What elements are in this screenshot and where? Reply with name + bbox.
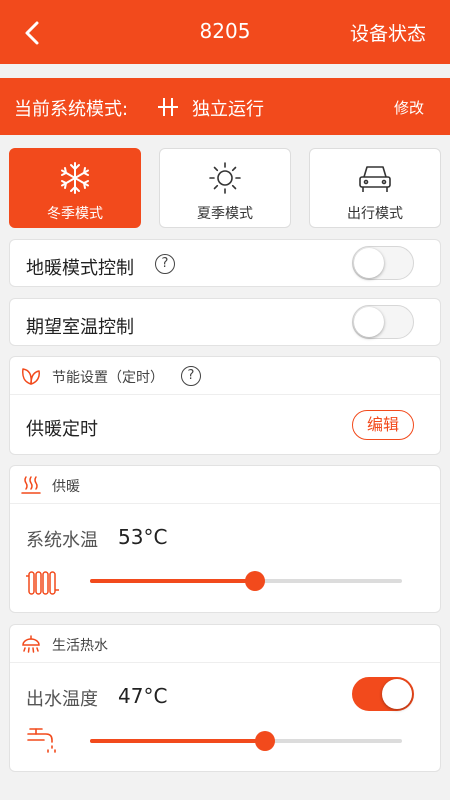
car-icon (359, 166, 391, 192)
top-bar: 8205 设备状态 (0, 0, 450, 64)
system-mode-value: 独立运行 (192, 99, 264, 120)
system-water-temp-value: 53°C (118, 525, 168, 549)
help-icon[interactable]: ? (181, 366, 201, 386)
modify-mode-button[interactable]: 修改 (394, 97, 424, 118)
room-temp-toggle[interactable] (352, 305, 414, 339)
leaf-icon (22, 368, 40, 385)
room-temp-label: 期望室温控制 (26, 317, 134, 338)
help-icon[interactable]: ? (155, 254, 175, 274)
floor-heating-row: 地暖模式控制 ? (9, 239, 441, 287)
sun-icon (209, 162, 241, 194)
slider-thumb[interactable] (254, 731, 275, 751)
toggle-knob (382, 679, 412, 709)
heating-schedule-label: 供暖定时 (26, 419, 98, 440)
summer-mode-button[interactable]: 夏季模式 (159, 148, 291, 228)
system-mode-label: 当前系统模式: (14, 99, 129, 120)
travel-mode-label: 出行模式 (347, 206, 403, 222)
slider-fill (90, 579, 256, 583)
heating-waves-icon (21, 476, 41, 494)
summer-mode-label: 夏季模式 (197, 206, 253, 222)
edit-schedule-button[interactable]: 编辑 (352, 410, 414, 440)
energy-saving-title: 节能设置（定时） (52, 370, 164, 386)
heating-card: 供暖 系统水温 53°C (9, 465, 441, 613)
hot-water-title: 生活热水 (52, 638, 108, 654)
slider-fill (90, 739, 265, 743)
hot-water-card: 生活热水 出水温度 47°C (9, 624, 441, 772)
faucet-icon (27, 728, 56, 753)
hot-water-header: 生活热水 (10, 625, 440, 663)
energy-saving-card: 节能设置（定时） ? 供暖定时 编辑 (9, 356, 441, 455)
radiator-icon (26, 571, 59, 595)
outlet-temp-label: 出水温度 (26, 689, 98, 710)
shower-icon (22, 635, 40, 653)
floor-heating-label: 地暖模式控制 (26, 258, 134, 279)
device-status-link[interactable]: 设备状态 (350, 19, 426, 46)
independent-mode-icon (158, 98, 178, 116)
slider-thumb[interactable] (245, 571, 266, 591)
outlet-temp-value: 47°C (118, 684, 168, 708)
outlet-temp-slider[interactable] (90, 731, 402, 751)
toggle-knob (354, 307, 384, 337)
heating-header: 供暖 (10, 466, 440, 504)
snowflake-icon (61, 162, 89, 194)
winter-mode-label: 冬季模式 (47, 206, 103, 222)
travel-mode-button[interactable]: 出行模式 (309, 148, 441, 228)
toggle-knob (354, 248, 384, 278)
floor-heating-toggle[interactable] (352, 246, 414, 280)
system-mode-bar: 当前系统模式: 独立运行 修改 (0, 78, 450, 135)
heating-title: 供暖 (52, 479, 80, 495)
hot-water-toggle[interactable] (352, 677, 414, 711)
system-water-temp-label: 系统水温 (26, 530, 98, 551)
system-water-temp-slider[interactable] (90, 571, 402, 591)
room-temp-row: 期望室温控制 (9, 298, 441, 346)
energy-saving-header: 节能设置（定时） ? (10, 357, 440, 395)
winter-mode-button[interactable]: 冬季模式 (9, 148, 141, 228)
